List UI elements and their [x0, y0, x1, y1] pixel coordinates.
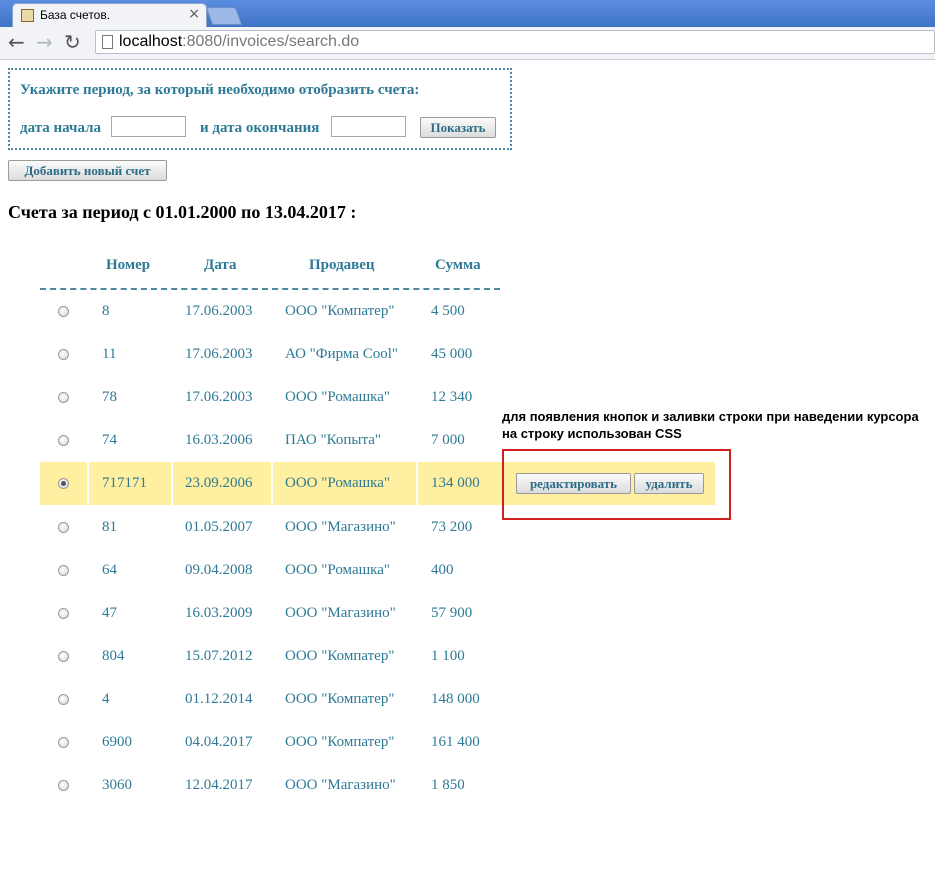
- show-button[interactable]: Показать: [420, 117, 496, 138]
- period-filter-form: Укажите период, за который необходимо от…: [8, 68, 512, 150]
- browser-toolbar: ← → ↻ localhost:8080/invoices/search.do: [0, 27, 935, 60]
- cell-number: 78: [102, 389, 117, 405]
- start-date-input[interactable]: [111, 116, 186, 137]
- cell-date: 01.05.2007: [185, 519, 253, 535]
- browser-tab[interactable]: База счетов. ×: [12, 3, 207, 27]
- row-select-radio[interactable]: [58, 522, 69, 533]
- row-select-radio[interactable]: [58, 737, 69, 748]
- cell-number: 11: [102, 346, 117, 362]
- cell-number: 47: [102, 605, 117, 621]
- cell-number: 3060: [102, 777, 132, 793]
- cell-date: 04.04.2017: [185, 734, 253, 750]
- cell-seller: ООО "Компатер": [285, 734, 395, 750]
- url-text[interactable]: localhost:8080/invoices/search.do: [119, 33, 359, 51]
- column-header-number: Номер: [106, 257, 151, 273]
- table-row[interactable]: 47 16.03.2009 ООО "Магазино" 57 900: [40, 592, 715, 635]
- cell-seller: ООО "Ромашка": [285, 475, 390, 491]
- period-filter-title: Укажите период, за который необходимо от…: [20, 82, 420, 98]
- cell-seller: ООО "Магазино": [285, 519, 396, 535]
- cell-seller: ООО "Компатер": [285, 691, 395, 707]
- url-path: :8080/invoices/search.do: [182, 33, 360, 50]
- row-select-radio[interactable]: [58, 780, 69, 791]
- cell-number: 717171: [102, 475, 147, 491]
- page-icon: [102, 35, 113, 49]
- table-row[interactable]: 4 01.12.2014 ООО "Компатер" 148 000: [40, 678, 715, 721]
- cell-number: 6900: [102, 734, 132, 750]
- cell-seller: ООО "Ромашка": [285, 562, 390, 578]
- cell-sum: 400: [431, 562, 454, 578]
- cell-sum: 12 340: [431, 389, 473, 405]
- cell-date: 15.07.2012: [185, 648, 253, 664]
- cell-seller: АО "Фирма Cool": [285, 346, 399, 362]
- column-header-sum: Сумма: [435, 257, 481, 273]
- cell-seller: ООО "Магазино": [285, 605, 396, 621]
- cell-sum: 134 000: [431, 475, 480, 491]
- table-row[interactable]: 804 15.07.2012 ООО "Компатер" 1 100: [40, 635, 715, 678]
- reload-icon[interactable]: ↻: [64, 31, 81, 53]
- column-header-date: Дата: [204, 257, 237, 273]
- cell-date: 16.03.2006: [185, 432, 253, 448]
- annotation-highlight-box: [502, 449, 731, 520]
- cell-date: 01.12.2014: [185, 691, 253, 707]
- row-select-radio[interactable]: [58, 478, 69, 489]
- row-select-radio[interactable]: [58, 306, 69, 317]
- end-date-input[interactable]: [331, 116, 406, 137]
- tab-bar: База счетов. ×: [0, 0, 935, 27]
- row-select-radio[interactable]: [58, 392, 69, 403]
- row-select-radio[interactable]: [58, 694, 69, 705]
- cell-sum: 73 200: [431, 519, 473, 535]
- cell-number: 81: [102, 519, 117, 535]
- cell-seller: ООО "Ромашка": [285, 389, 390, 405]
- cell-seller: ООО "Магазино": [285, 777, 396, 793]
- cell-number: 8: [102, 303, 110, 319]
- add-invoice-button[interactable]: Добавить новый счет: [8, 160, 167, 181]
- column-header-seller: Продавец: [309, 257, 375, 273]
- cell-sum: 1 100: [431, 648, 465, 664]
- close-tab-icon[interactable]: ×: [188, 6, 200, 22]
- cell-sum: 1 850: [431, 777, 465, 793]
- cell-seller: ООО "Компатер": [285, 303, 395, 319]
- row-select-radio[interactable]: [58, 349, 69, 360]
- cell-sum: 148 000: [431, 691, 480, 707]
- url-host: localhost: [119, 33, 183, 50]
- cell-date: 17.06.2003: [185, 346, 253, 362]
- cell-date: 16.03.2009: [185, 605, 253, 621]
- table-row[interactable]: 64 09.04.2008 ООО "Ромашка" 400: [40, 549, 715, 592]
- cell-sum: 45 000: [431, 346, 473, 362]
- table-row[interactable]: 3060 12.04.2017 ООО "Магазино" 1 850: [40, 764, 715, 807]
- address-bar[interactable]: localhost:8080/invoices/search.do: [95, 30, 935, 54]
- table-row[interactable]: 6900 04.04.2017 ООО "Компатер" 161 400: [40, 721, 715, 764]
- start-date-label: дата начала: [20, 120, 102, 136]
- cell-date: 17.06.2003: [185, 303, 253, 319]
- annotation-note: для появления кнопок и заливки строки пр…: [502, 409, 919, 441]
- cell-date: 12.04.2017: [185, 777, 253, 793]
- cell-sum: 7 000: [431, 432, 465, 448]
- tab-title: База счетов.: [40, 8, 111, 22]
- new-tab-button[interactable]: [205, 7, 243, 25]
- cell-number: 804: [102, 648, 125, 664]
- row-select-radio[interactable]: [58, 651, 69, 662]
- forward-arrow-icon[interactable]: →: [36, 31, 53, 53]
- cell-sum: 4 500: [431, 303, 465, 319]
- row-select-radio[interactable]: [58, 608, 69, 619]
- cell-seller: ООО "Компатер": [285, 648, 395, 664]
- back-arrow-icon[interactable]: ←: [8, 31, 25, 53]
- cell-sum: 161 400: [431, 734, 480, 750]
- end-date-label: и дата окончания: [200, 120, 320, 136]
- cell-date: 09.04.2008: [185, 562, 253, 578]
- page-title: Счета за период с 01.01.2000 по 13.04.20…: [8, 202, 357, 222]
- cell-date: 23.09.2006: [185, 475, 253, 491]
- cell-number: 64: [102, 562, 117, 578]
- cell-date: 17.06.2003: [185, 389, 253, 405]
- page-favicon-icon: [21, 9, 34, 22]
- cell-number: 74: [102, 432, 117, 448]
- cell-seller: ПАО "Копыта": [285, 432, 382, 448]
- table-row[interactable]: 8 17.06.2003 ООО "Компатер" 4 500: [40, 290, 715, 333]
- table-row[interactable]: 11 17.06.2003 АО "Фирма Cool" 45 000: [40, 333, 715, 376]
- row-select-radio[interactable]: [58, 565, 69, 576]
- row-select-radio[interactable]: [58, 435, 69, 446]
- cell-number: 4: [102, 691, 110, 707]
- cell-sum: 57 900: [431, 605, 473, 621]
